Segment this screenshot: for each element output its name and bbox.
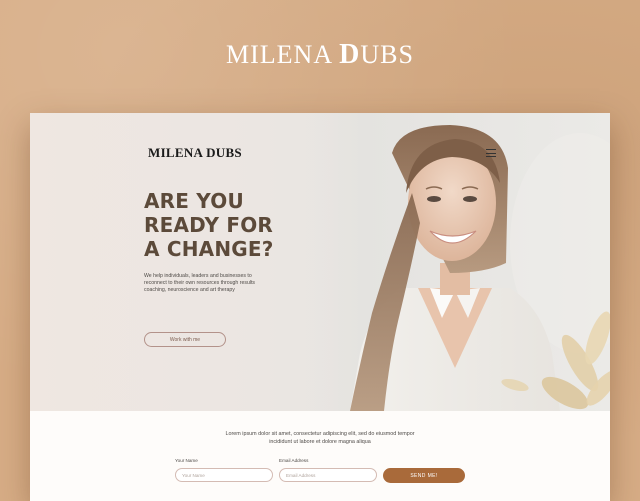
menu-line <box>486 156 496 157</box>
hamburger-menu-icon[interactable] <box>486 149 496 157</box>
menu-line <box>486 149 496 150</box>
site-logo[interactable]: MILENA DUBS <box>148 145 242 161</box>
form-description: Lorem ipsum dolor sit amet, consectetur … <box>225 431 415 445</box>
send-me-button[interactable]: SEND ME! <box>383 468 465 483</box>
hero-portrait-image <box>280 113 610 411</box>
headline-line: READY FOR <box>144 213 273 237</box>
headline-line: ARE YOU <box>144 189 244 213</box>
menu-line <box>486 152 496 154</box>
email-input[interactable] <box>279 468 377 482</box>
brand-title-part: MILENA <box>226 40 340 69</box>
signup-form-section: Lorem ipsum dolor sit amet, consectetur … <box>30 411 610 501</box>
hero-section: MILENA DUBS ARE YOU READY FOR A CHANGE? … <box>30 113 610 411</box>
brand-title-part: UBS <box>360 40 414 69</box>
email-field-label: Email Address <box>279 458 309 463</box>
headline-line: A CHANGE? <box>144 237 274 261</box>
brand-title: MILENA DUBS <box>0 40 640 70</box>
hero-headline: ARE YOU READY FOR A CHANGE? <box>144 189 304 261</box>
work-with-me-button[interactable]: Work with me <box>144 332 226 347</box>
name-field-label: Your Name <box>175 458 198 463</box>
name-input[interactable] <box>175 468 273 482</box>
website-mockup: MILENA DUBS ARE YOU READY FOR A CHANGE? … <box>30 113 610 501</box>
brand-title-initial: D <box>339 39 361 70</box>
hero-intro-text: We help individuals, leaders and busines… <box>144 273 256 294</box>
